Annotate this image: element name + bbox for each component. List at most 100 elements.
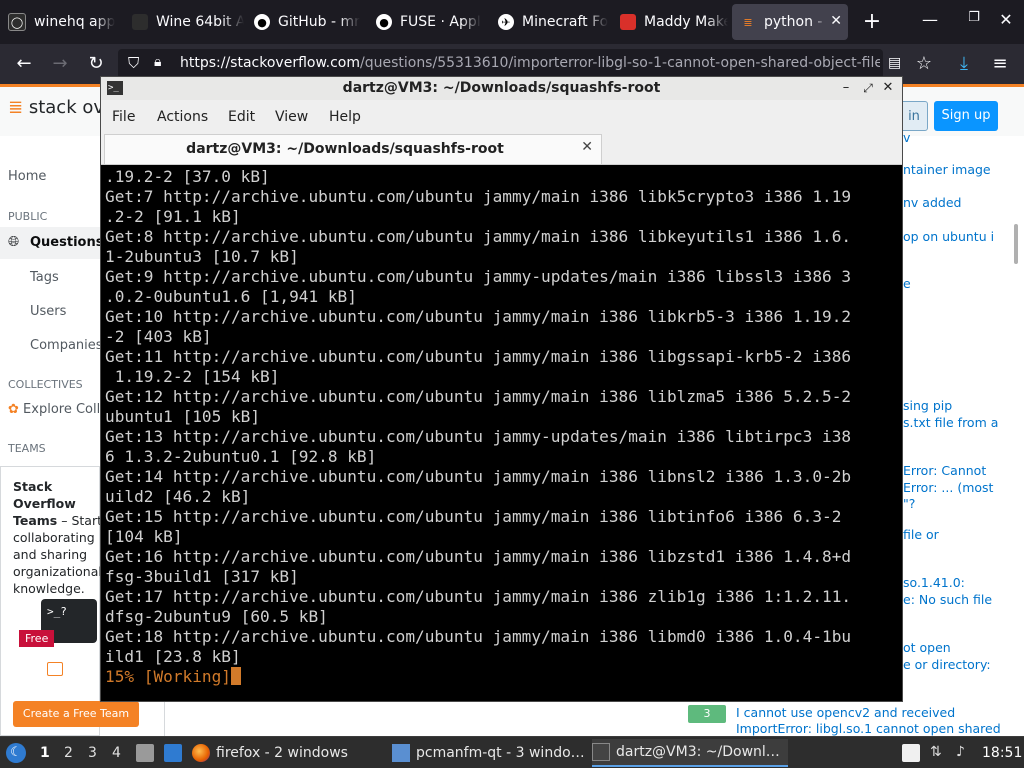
close-tab-icon[interactable]: ✕ bbox=[830, 13, 842, 29]
related-link[interactable]: op on ubuntu i bbox=[903, 229, 994, 245]
related-link[interactable]: v bbox=[903, 130, 910, 146]
related-link[interactable]: ot open bbox=[903, 640, 951, 656]
reload-icon[interactable]: ↻ bbox=[84, 53, 108, 75]
terminal-line: Get:11 http://archive.ubuntu.com/ubuntu … bbox=[105, 347, 852, 366]
related-link[interactable]: s.txt file from a bbox=[903, 415, 998, 431]
start-menu-icon[interactable]: ☾ bbox=[6, 743, 26, 763]
terminal-line: ubuntu1 [105 kB] bbox=[105, 407, 261, 426]
terminal-titlebar[interactable]: >_ dartz@VM3: ~/Downloads/squashfs-root … bbox=[101, 77, 902, 100]
related-question-link[interactable]: I cannot use opencv2 and received ImportE… bbox=[736, 705, 1001, 737]
browser-tab-fuse[interactable]: ● FUSE · AppI bbox=[368, 4, 488, 40]
tab-label: python - bbox=[764, 14, 823, 30]
workspace-1[interactable]: 1 bbox=[40, 745, 50, 761]
nav-home[interactable]: Home bbox=[8, 169, 46, 184]
downloads-icon[interactable]: ⤓ bbox=[952, 53, 976, 75]
forward-arrow-icon[interactable]: → bbox=[48, 53, 72, 75]
terminal-line: Get:16 http://archive.ubuntu.com/ubuntu … bbox=[105, 547, 852, 566]
terminal-line: Get:8 http://archive.ubuntu.com/ubuntu j… bbox=[105, 227, 852, 246]
chat-bubble-icon bbox=[47, 662, 63, 676]
login-button[interactable]: in bbox=[900, 101, 928, 131]
nav-users[interactable]: Users bbox=[30, 304, 66, 319]
terminal-line: .2-2 [91.1 kB] bbox=[105, 207, 241, 226]
maddy-icon bbox=[620, 14, 636, 30]
browser-tab-maddy[interactable]: Maddy Make bbox=[612, 4, 728, 40]
teams-promo-text: Stack Overflow Teams – Start collaborati… bbox=[13, 478, 103, 597]
minimize-icon[interactable]: – bbox=[837, 79, 855, 97]
terminal-tab[interactable]: dartz@VM3: ~/Downloads/squashfs-root ✕ bbox=[104, 134, 602, 164]
free-badge: Free bbox=[19, 630, 55, 647]
workspace-3[interactable]: 3 bbox=[88, 745, 97, 761]
terminal-line: Get:13 http://archive.ubuntu.com/ubuntu … bbox=[105, 427, 852, 446]
terminal-line: 1.19.2-2 [154 kB] bbox=[105, 367, 280, 386]
terminal-window-title: dartz@VM3: ~/Downloads/squashfs-root bbox=[342, 80, 661, 96]
nav-companies[interactable]: Companies bbox=[30, 338, 103, 353]
browser-tab-python[interactable]: ≣ python - ✕ bbox=[732, 4, 848, 40]
terminal-line: 6 1.3.2-2ubuntu0.1 [92.8 kB] bbox=[105, 447, 377, 466]
browser-tab-winehq[interactable]: ◯ winehq app bbox=[0, 4, 120, 40]
task-firefox[interactable]: firefox - 2 windows bbox=[192, 739, 388, 767]
show-desktop-icon[interactable] bbox=[164, 744, 182, 762]
minimize-window-icon[interactable]: — bbox=[918, 10, 942, 29]
terminal-line: Get:7 http://archive.ubuntu.com/ubuntu j… bbox=[105, 187, 852, 206]
volume-icon[interactable]: ♪ bbox=[956, 744, 974, 762]
menu-hamburger-icon[interactable]: ≡ bbox=[988, 53, 1012, 75]
url-host: https://stackoverflow.com bbox=[180, 55, 360, 71]
menu-edit[interactable]: Edit bbox=[228, 109, 255, 125]
task-terminal[interactable]: dartz@VM3: ~/Downl… bbox=[592, 739, 788, 767]
create-team-button[interactable]: Create a Free Team bbox=[13, 701, 139, 727]
related-link[interactable]: sing pip bbox=[903, 398, 952, 414]
related-link[interactable]: Error: Cannot bbox=[903, 463, 986, 479]
clipboard-icon[interactable] bbox=[902, 744, 920, 762]
related-link[interactable]: Error: ... (most bbox=[903, 480, 993, 496]
reader-view-icon[interactable]: ▤ bbox=[888, 55, 901, 71]
bookmark-star-icon[interactable]: ☆ bbox=[912, 53, 936, 75]
wine-icon bbox=[132, 14, 148, 30]
shield-icon[interactable]: ⛉ bbox=[128, 54, 139, 72]
terminal-line: [104 kB] bbox=[105, 527, 183, 546]
maximize-icon[interactable]: ⤢ bbox=[859, 79, 877, 97]
file-manager-icon[interactable] bbox=[136, 744, 154, 762]
task-label: dartz@VM3: ~/Downl… bbox=[616, 744, 780, 760]
related-link[interactable]: e or directory: bbox=[903, 657, 991, 673]
nav-explore-collectives[interactable]: ✿ Explore Coll bbox=[8, 402, 100, 417]
new-tab-button[interactable]: + bbox=[858, 8, 886, 36]
menu-actions[interactable]: Actions bbox=[157, 109, 208, 125]
menu-view[interactable]: View bbox=[275, 109, 308, 125]
page-scrollbar[interactable] bbox=[1014, 224, 1018, 264]
close-icon[interactable]: ✕ bbox=[879, 79, 897, 97]
terminal-output[interactable]: .19.2-2 [37.0 kB] Get:7 http://archive.ub… bbox=[105, 167, 895, 667]
task-label: firefox - 2 windows bbox=[216, 745, 348, 761]
browser-tab-wine64[interactable]: Wine 64bit App bbox=[124, 4, 244, 40]
related-link[interactable]: file or bbox=[903, 527, 939, 543]
related-link[interactable]: e bbox=[903, 276, 911, 292]
github-icon: ● bbox=[254, 14, 270, 30]
back-arrow-icon[interactable]: ← bbox=[12, 53, 36, 75]
related-link[interactable]: nv added bbox=[903, 195, 961, 211]
terminal-icon bbox=[592, 743, 610, 761]
signup-button[interactable]: Sign up bbox=[934, 101, 998, 131]
browser-tab-github[interactable]: ● GitHub - mr bbox=[246, 4, 366, 40]
network-icon[interactable]: ⇅ bbox=[930, 744, 948, 762]
task-pcmanfm[interactable]: pcmanfm-qt - 3 windo… bbox=[392, 739, 588, 767]
menu-file[interactable]: File bbox=[112, 109, 135, 125]
terminal-window: >_ dartz@VM3: ~/Downloads/squashfs-root … bbox=[100, 76, 903, 702]
related-link[interactable]: "? bbox=[903, 496, 915, 512]
terminal-tab-bar: dartz@VM3: ~/Downloads/squashfs-root ✕ bbox=[101, 134, 902, 165]
related-link[interactable]: so.1.41.0: bbox=[903, 575, 965, 591]
nav-questions[interactable]: 🌐︎ Questions bbox=[0, 227, 103, 259]
clock[interactable]: 18:51 bbox=[982, 745, 1022, 761]
close-window-icon[interactable]: ✕ bbox=[994, 10, 1018, 29]
workspace-2[interactable]: 2 bbox=[64, 745, 73, 761]
tab-label: winehq app bbox=[34, 14, 116, 30]
menu-help[interactable]: Help bbox=[329, 109, 361, 125]
related-link[interactable]: ntainer image bbox=[903, 162, 991, 178]
browser-tab-minecraft[interactable]: ✈ Minecraft Fo bbox=[490, 4, 610, 40]
close-tab-icon[interactable]: ✕ bbox=[581, 139, 593, 155]
restore-window-icon[interactable]: ❐ bbox=[962, 10, 986, 25]
url-bar[interactable]: ⛉ 🔒︎ https://stackoverflow.com/questions… bbox=[118, 49, 901, 79]
workspace-4[interactable]: 4 bbox=[112, 745, 121, 761]
nav-explore-label: Explore Coll bbox=[23, 402, 101, 417]
nav-tags[interactable]: Tags bbox=[30, 270, 59, 285]
related-link[interactable]: e: No such file bbox=[903, 592, 992, 608]
lock-icon[interactable]: 🔒︎ bbox=[154, 54, 161, 70]
